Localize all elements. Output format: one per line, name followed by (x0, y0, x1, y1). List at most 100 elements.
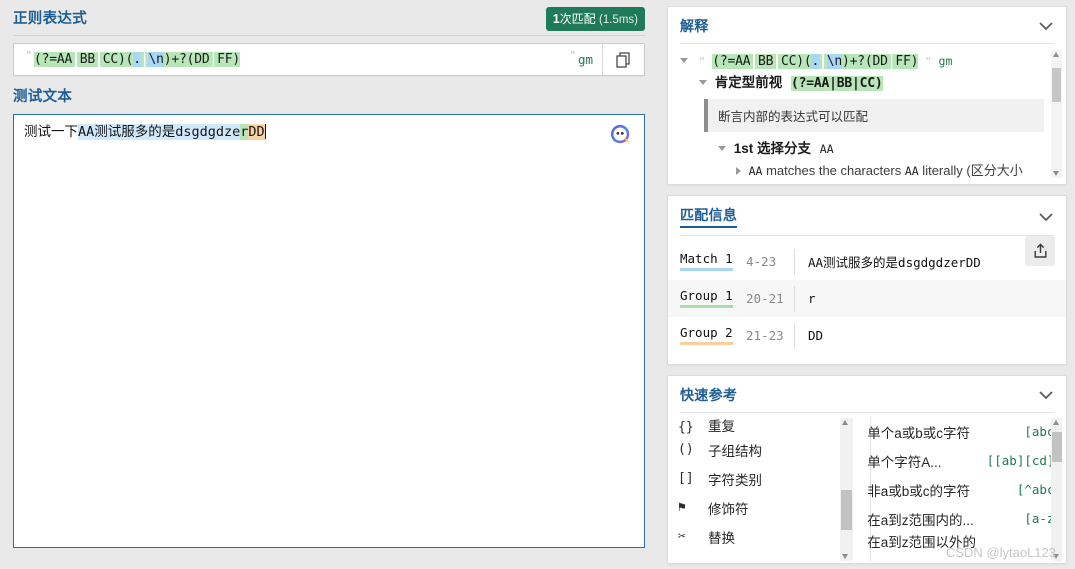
regex-token: BB (79, 52, 96, 67)
regex-token: (?=AA (712, 54, 751, 69)
quick-ref-category-label: 修饰符 (708, 501, 749, 517)
quick-ref-category-icon: () (678, 442, 694, 457)
regex-delimiter-close-icon: ″ (925, 54, 931, 68)
triangle-down-icon[interactable] (718, 146, 726, 151)
match-info-header: 匹配信息 (668, 196, 1066, 235)
chevron-down-icon[interactable] (1038, 21, 1054, 31)
scroll-up-arrow-icon[interactable] (842, 420, 849, 425)
regex-token: | (773, 54, 781, 69)
regex-delimiter-open-icon: ″ (699, 54, 705, 68)
regex-input-field[interactable]: ″ (?=AA|BB|CC)(.|\n)+?(DD|FF) (14, 44, 565, 75)
test-text-input[interactable]: 测试一下AA测试服多的是dsgdgdzerDD (13, 114, 645, 548)
regex-flags-value: gm (577, 52, 593, 67)
quick-ref-category[interactable]: ✂ 替换 (678, 522, 853, 551)
explanation-root-node[interactable]: ″ (?=AA|BB|CC)(.|\n)+?(DD|FF) ″ gm (678, 50, 1044, 72)
quick-ref-item[interactable]: 在a到z范围以外的 (867, 533, 1062, 551)
quick-ref-item[interactable]: 在a到z范围内的... [a-z] (867, 504, 1062, 533)
regex-token: | (750, 54, 759, 69)
scroll-up-arrow-icon[interactable] (1053, 52, 1059, 57)
quick-reference-body: {} 重复() 子组结构[] 字符类别 ⚑ 修饰符 ✂ 替换 单个a或b或c字符 [abc] 单个… (668, 413, 1066, 563)
match-info-row[interactable]: Group 1 20-21 r (668, 280, 1066, 317)
quick-ref-category-icon: ✂ (678, 529, 686, 544)
triangle-down-icon[interactable] (699, 80, 707, 85)
regex-token: (?=AA (34, 52, 73, 67)
divider (13, 35, 645, 36)
explanation-leaf-text-mid: matches the characters (762, 163, 905, 178)
quick-ref-category[interactable]: [] 字符类别 (678, 464, 853, 493)
explanation-root-regex: (?=AA|BB|CC)(.|\n)+?(DD|FF) (712, 54, 918, 69)
match-row-value: r (808, 291, 816, 306)
regex-section-header: 正则表达式 1次匹配 (1.5ms) (13, 7, 645, 31)
explanation-leaf-code-pre: AA (748, 164, 763, 178)
regex-token: BB (758, 54, 774, 69)
item-scrollbar[interactable] (1051, 418, 1062, 561)
explanation-leaf-node[interactable]: AA matches the characters AA literally (… (678, 160, 1044, 182)
quick-ref-category-icon: [] (678, 471, 694, 486)
scroll-down-arrow-icon[interactable] (1053, 171, 1059, 176)
regex-token: )+?(DD (163, 52, 210, 67)
share-icon (1034, 243, 1046, 258)
regex-delimiter-close-icon: ″ (568, 47, 577, 63)
explanation-card: 解释 ″ (?=AA|BB|CC)(.|\n)+?(DD|FF) ″ gm 肯定… (667, 6, 1067, 185)
match-count-number: 1 (552, 12, 560, 26)
scrollbar-thumb[interactable] (841, 490, 853, 530)
quick-ref-category[interactable]: () 子组结构 (678, 435, 853, 464)
explanation-lookahead-node[interactable]: 肯定型前视 (?=AA|BB|CC) (678, 72, 1044, 94)
quick-ref-category-label: 重复 (708, 419, 735, 434)
chevron-down-icon[interactable] (1038, 390, 1054, 400)
explanation-alt-code: AA (819, 142, 834, 156)
test-text-section-title: 测试文本 (13, 89, 73, 105)
regex-token: FF) (895, 54, 919, 69)
quick-ref-item[interactable]: 非a或b或c的字符 [^abc] (867, 475, 1062, 504)
regex-token: FF) (217, 52, 241, 67)
copy-icon (616, 51, 630, 68)
regex-flags[interactable]: ″ gm (565, 44, 602, 75)
quick-ref-item-label: 在a到z范围内的... (867, 512, 974, 528)
test-text-content: 测试一下AA测试服多的是dsgdgdzerDD (24, 123, 634, 142)
regex-token: | (209, 52, 218, 67)
match-row-value: DD (808, 328, 824, 343)
scrollbar-thumb[interactable] (1052, 432, 1062, 462)
explanation-alt-node[interactable]: 1st 选择分支 AA (678, 138, 1044, 160)
quick-ref-category[interactable]: {} 重复 (678, 417, 853, 435)
quick-ref-item[interactable]: 单个字符A... [[ab][cd]] (867, 446, 1062, 475)
scroll-down-arrow-icon[interactable] (842, 554, 849, 559)
regex-tester-app: 正则表达式 1次匹配 (1.5ms) ″ (?=AA|BB|CC)(.|\n)+… (0, 0, 1075, 569)
quick-ref-category-icon: {} (678, 420, 694, 435)
copy-regex-button[interactable] (602, 44, 644, 75)
regex-input-box[interactable]: ″ (?=AA|BB|CC)(.|\n)+?(DD|FF) ″ gm (13, 43, 645, 76)
quick-ref-item-label: 非a或b或c的字符 (867, 483, 971, 499)
quick-ref-item[interactable]: 单个a或b或c字符 [abc] (867, 417, 1062, 446)
match-row-value: AA测试服多的是dsgdgdzerDD (808, 255, 981, 270)
match-info-row[interactable]: Match 1 4-23 AA测试服多的是dsgdgdzerDD (668, 243, 1066, 280)
explanation-leaf-text-post: literally (区分大小 (918, 163, 1023, 178)
scrollbar-thumb[interactable] (1052, 68, 1061, 102)
chevron-down-icon[interactable] (1038, 212, 1054, 222)
match-info-row[interactable]: Group 2 21-23 DD (668, 317, 1066, 354)
match-info-rows: Match 1 4-23 AA测试服多的是dsgdgdzerDD Group 1 20-… (668, 236, 1066, 364)
scroll-up-arrow-icon[interactable] (1053, 420, 1059, 425)
explanation-scrollbar[interactable] (1051, 50, 1062, 178)
match-count-badge: 1次匹配 (1.5ms) (545, 7, 645, 31)
share-match-button[interactable] (1025, 236, 1055, 266)
quick-reference-category-list[interactable]: {} 重复 () 子组结构 [] 字符类别 ⚑ 修饰符 ✂ 替换 (678, 416, 854, 563)
quick-reference-header: 快速参考 (668, 376, 1066, 412)
quick-ref-category[interactable]: ⚑ 修饰符 (678, 493, 853, 522)
regex-delimiter-open-icon: ″ (24, 47, 33, 63)
quick-ref-item-label: 单个a或b或c字符 (867, 425, 971, 441)
regex-token: . (133, 52, 141, 67)
regex-input-value: (?=AA|BB|CC)(.|\n)+?(DD|FF) (34, 52, 240, 67)
triangle-down-icon[interactable] (680, 58, 688, 63)
category-scrollbar[interactable] (840, 418, 854, 561)
match-row-range: 21-23 (746, 328, 784, 343)
quick-reference-title: 快速参考 (680, 387, 738, 403)
assistant-mascot-icon[interactable] (610, 124, 632, 146)
scroll-down-arrow-icon[interactable] (1053, 554, 1059, 559)
quick-reference-item-list[interactable]: 单个a或b或c字符 [abc] 单个字符A... [[ab][cd]] 非a或b或c的字… (867, 416, 1062, 563)
triangle-right-icon[interactable] (736, 167, 741, 175)
match-info-card: 匹配信息 Match 1 4-23 AA测试服多的是dsgdgdzerDD Group… (667, 195, 1067, 365)
quick-ref-category-icon: ⚑ (678, 500, 686, 515)
quick-ref-item-label: 单个字符A... (867, 454, 942, 470)
regex-token: | (95, 52, 103, 67)
explanation-alt-label: 1st 选择分支 (733, 141, 812, 156)
